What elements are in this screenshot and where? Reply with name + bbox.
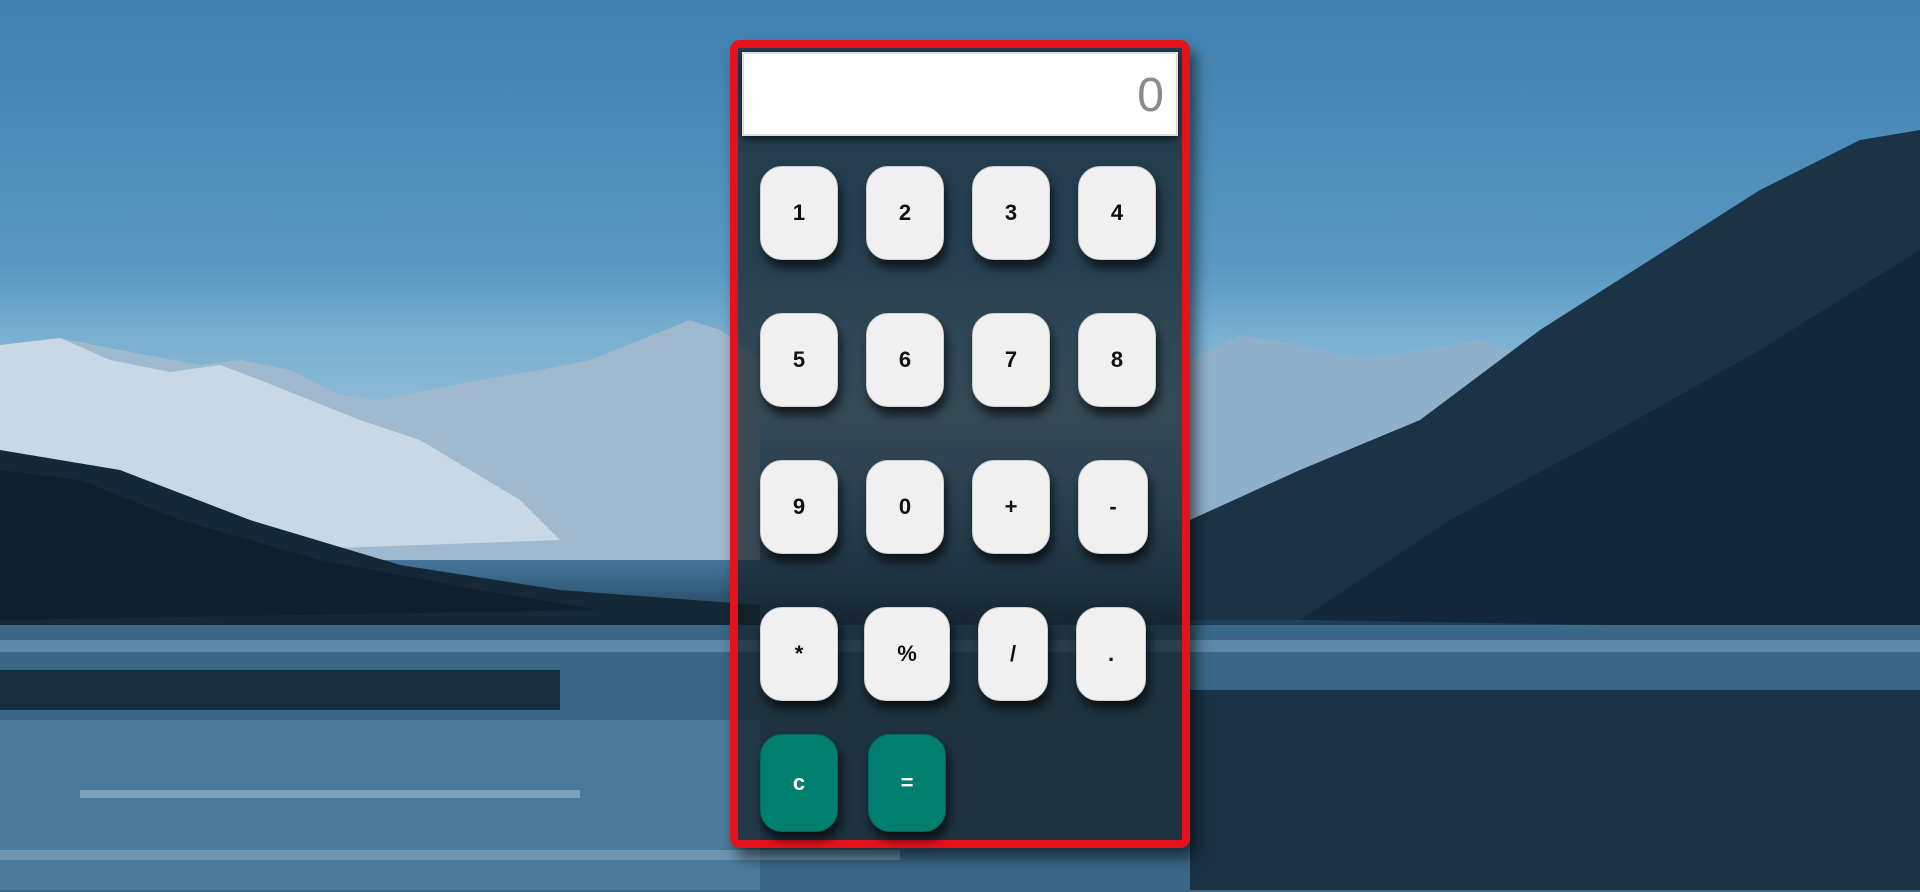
key-0[interactable]: 0 <box>866 460 944 554</box>
key-plus[interactable]: + <box>972 460 1050 554</box>
key-5[interactable]: 5 <box>760 313 838 407</box>
equals-button[interactable]: = <box>868 734 946 832</box>
key-7[interactable]: 7 <box>972 313 1050 407</box>
clear-button[interactable]: c <box>760 734 838 832</box>
key-divide[interactable]: / <box>978 607 1048 701</box>
key-1[interactable]: 1 <box>760 166 838 260</box>
key-percent[interactable]: % <box>864 607 950 701</box>
desktop-background: 0 1 2 3 4 5 6 7 8 9 0 + - * % / . c = <box>0 0 1920 892</box>
key-multiply[interactable]: * <box>760 607 838 701</box>
calculator: 0 1 2 3 4 5 6 7 8 9 0 + - * % / . c = <box>730 40 1190 848</box>
key-4[interactable]: 4 <box>1078 166 1156 260</box>
key-decimal[interactable]: . <box>1076 607 1146 701</box>
key-3[interactable]: 3 <box>972 166 1050 260</box>
key-9[interactable]: 9 <box>760 460 838 554</box>
key-8[interactable]: 8 <box>1078 313 1156 407</box>
key-minus[interactable]: - <box>1078 460 1148 554</box>
calculator-display: 0 <box>742 52 1178 136</box>
key-2[interactable]: 2 <box>866 166 944 260</box>
key-6[interactable]: 6 <box>866 313 944 407</box>
